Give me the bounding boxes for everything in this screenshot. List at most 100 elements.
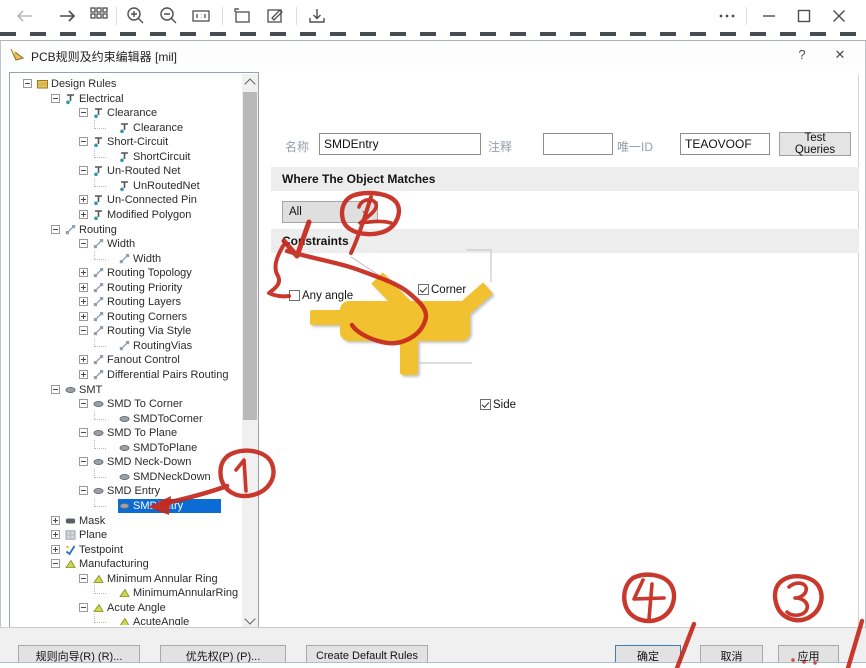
tree-row[interactable]: SMD Neck-Down [10,455,241,469]
collapse-toggle[interactable] [23,79,32,88]
tree-row[interactable]: Minimum Annular Ring [10,572,241,586]
tree-row[interactable]: Fanout Control [10,353,241,367]
tree-row[interactable]: RoutingVias [10,339,241,353]
collapse-toggle[interactable] [51,385,60,394]
tree-row[interactable]: Un-Routed Net [10,164,241,178]
tree-item[interactable]: SMT [64,383,105,397]
tree-scrollbar[interactable] [242,74,258,628]
tree-row[interactable]: Differential Pairs Routing [10,368,241,382]
tree-row[interactable]: AcuteAngle [10,615,241,625]
apps-grid-icon[interactable] [88,5,110,27]
tree-item[interactable]: Clearance [118,121,186,135]
one-to-one-icon[interactable] [190,5,212,27]
tree-item[interactable]: Modified Polygon [92,208,194,222]
tree-item[interactable]: Routing Corners [92,310,190,324]
tree-item[interactable]: Acute Angle [92,601,169,615]
expand-toggle[interactable] [79,370,88,379]
maximize-icon[interactable] [793,5,815,27]
scroll-up-button[interactable] [242,74,258,90]
minimize-icon[interactable] [758,5,780,27]
corner-checkbox[interactable] [418,284,429,295]
collapse-toggle[interactable] [51,559,60,568]
tree-item[interactable]: UnRoutedNet [118,179,203,193]
tree-item[interactable]: Short-Circuit [92,135,171,149]
tree-item[interactable]: SMDEntry [118,499,221,513]
tree-row[interactable]: Acute Angle [10,601,241,615]
tree-item[interactable]: Width [118,252,164,266]
expand-toggle[interactable] [79,297,88,306]
tree-item[interactable]: Manufacturing [64,557,152,571]
tree-item[interactable]: Minimum Annular Ring [92,572,221,586]
any-angle-checkbox[interactable] [289,290,300,301]
collapse-toggle[interactable] [79,166,88,175]
tree-row[interactable]: SMDToCorner [10,412,241,426]
tree-item[interactable]: Routing Layers [92,295,184,309]
tree-item[interactable]: RoutingVias [118,339,195,353]
tree-item[interactable]: Design Rules [36,77,119,91]
collapse-toggle[interactable] [51,225,60,234]
tree-row[interactable]: SMDNeckDown [10,470,241,484]
tree-row[interactable]: Routing Via Style [10,324,241,338]
collapse-toggle[interactable] [79,603,88,612]
tree-item[interactable]: Routing Priority [92,281,185,295]
scrollbar-thumb[interactable] [243,92,257,420]
rotate-page-icon[interactable] [231,5,253,27]
tree-item[interactable]: MinimumAnnularRing [118,586,241,600]
tree-item[interactable]: Routing Via Style [92,324,194,338]
more-icon[interactable] [716,5,738,27]
tree-row[interactable]: Width [10,252,241,266]
dialog-close-icon[interactable]: ✕ [829,45,851,65]
tree-item[interactable]: Fanout Control [92,353,183,367]
tree-row[interactable]: Routing Topology [10,266,241,280]
forward-icon[interactable] [56,5,78,27]
tree-item[interactable]: SMDToPlane [118,441,200,455]
collapse-toggle[interactable] [79,137,88,146]
tree-item[interactable]: Testpoint [64,543,126,557]
tree-item[interactable]: ShortCircuit [118,150,193,164]
name-input[interactable] [319,133,481,155]
tree-item[interactable]: SMD Neck-Down [92,455,194,469]
tree-row[interactable]: Short-Circuit [10,135,241,149]
zoom-out-icon[interactable] [157,5,179,27]
tree-row[interactable]: Clearance [10,106,241,120]
zoom-in-icon[interactable] [124,5,146,27]
help-icon[interactable]: ? [791,45,813,65]
comment-input[interactable] [543,133,613,155]
tree-row[interactable]: Routing Layers [10,295,241,309]
expand-toggle[interactable] [51,516,60,525]
tree-item[interactable]: Width [92,237,138,251]
tree-row[interactable]: MinimumAnnularRing [10,586,241,600]
expand-toggle[interactable] [51,545,60,554]
tree-item[interactable]: SMD Entry [92,484,163,498]
tree-item[interactable]: Clearance [92,106,160,120]
close-icon[interactable] [828,5,850,27]
collapse-toggle[interactable] [79,428,88,437]
tree-item[interactable]: SMD To Plane [92,426,180,440]
tree-row[interactable]: ShortCircuit [10,150,241,164]
expand-toggle[interactable] [79,268,88,277]
unique-id-input[interactable] [680,133,770,155]
tree-row[interactable]: Electrical [10,92,241,106]
collapse-toggle[interactable] [79,239,88,248]
tree-item[interactable]: SMD To Corner [92,397,186,411]
tree-row[interactable]: Mask [10,514,241,528]
tree-row[interactable]: Plane [10,528,241,542]
collapse-toggle[interactable] [79,457,88,466]
expand-toggle[interactable] [79,283,88,292]
expand-toggle[interactable] [79,355,88,364]
tree-row[interactable]: SMD To Plane [10,426,241,440]
tree-row[interactable]: Width [10,237,241,251]
tree-row[interactable]: Manufacturing [10,557,241,571]
collapse-toggle[interactable] [79,399,88,408]
tree-item[interactable]: AcuteAngle [118,615,192,625]
expand-toggle[interactable] [79,312,88,321]
tree-item[interactable]: Plane [64,528,110,542]
tree-row[interactable]: Routing Corners [10,310,241,324]
edit-icon[interactable] [264,5,286,27]
collapse-toggle[interactable] [79,108,88,117]
tree-row[interactable]: Clearance [10,121,241,135]
tree-row[interactable]: Modified Polygon [10,208,241,222]
tree-item[interactable]: Electrical [64,92,127,106]
tree-row[interactable]: SMDToPlane [10,441,241,455]
tree-item[interactable]: SMDNeckDown [118,470,214,484]
